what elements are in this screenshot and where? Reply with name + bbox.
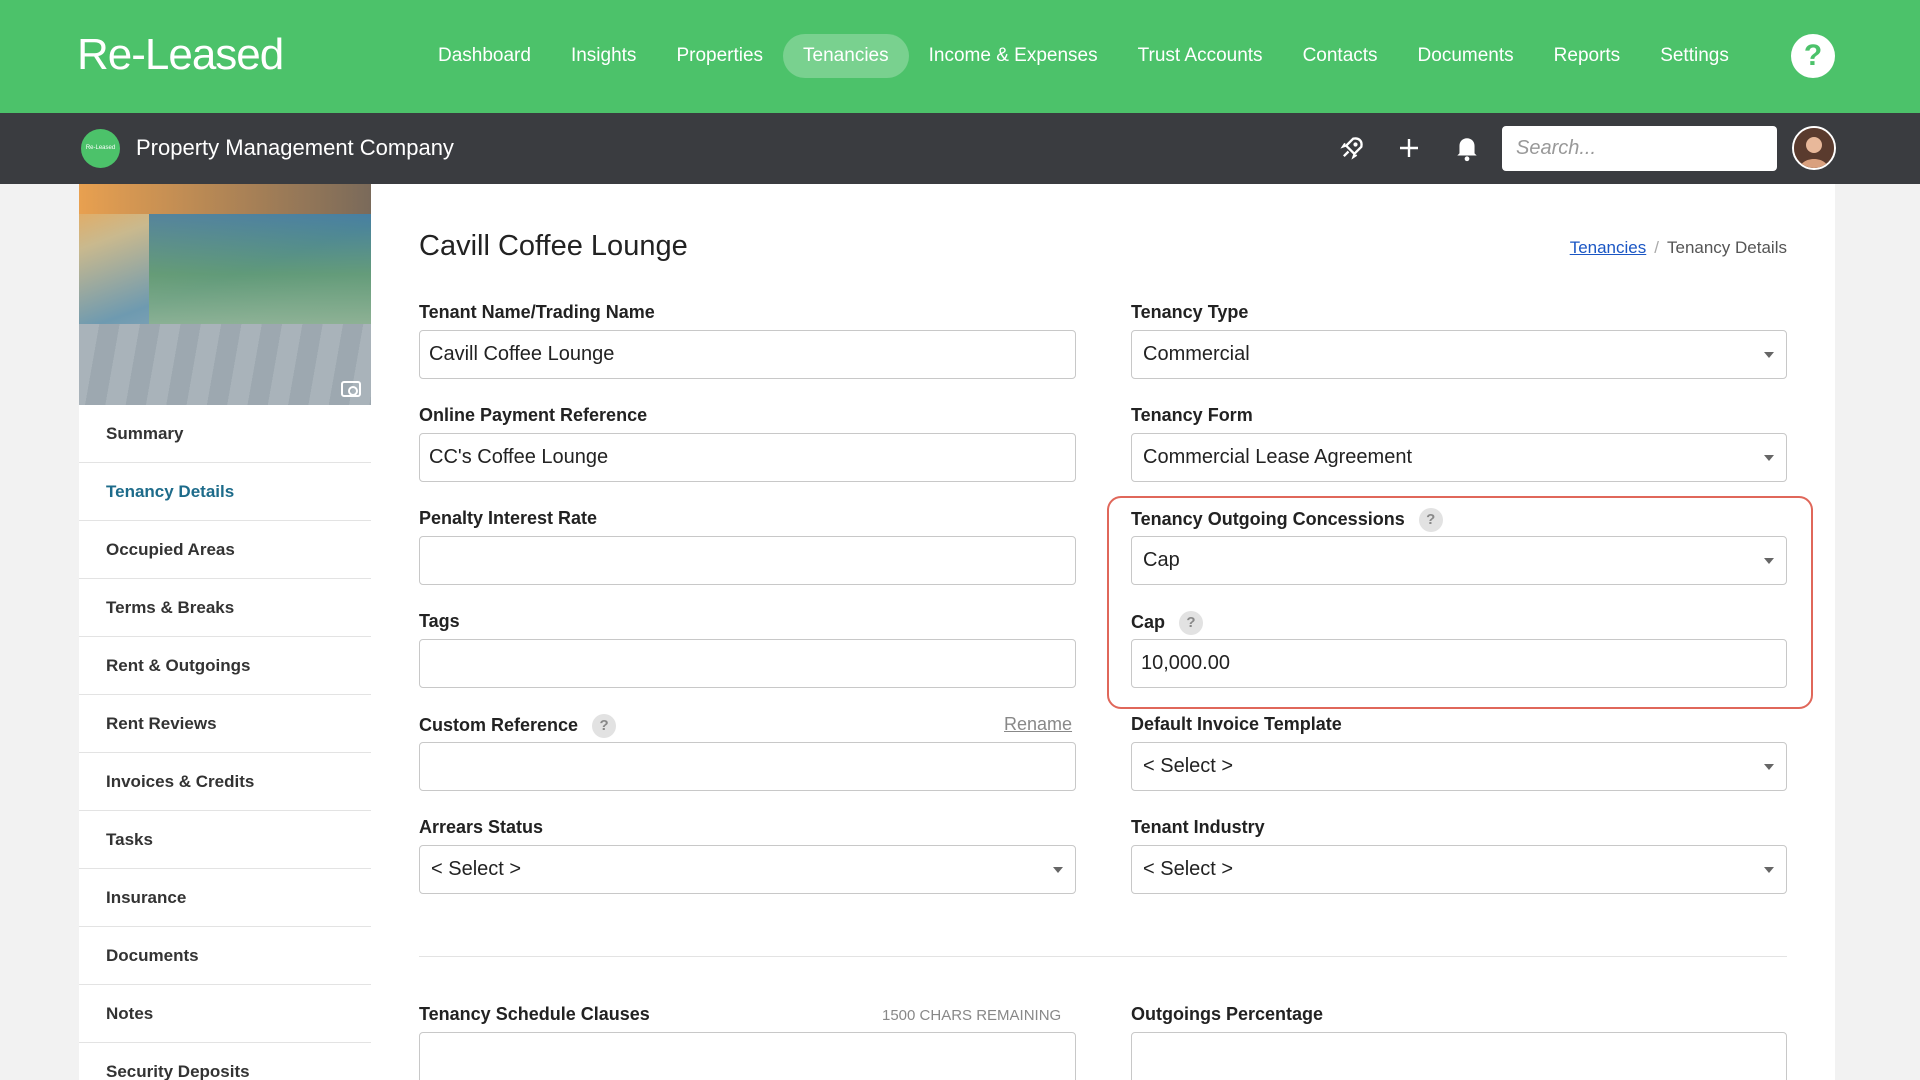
sidebar-item-documents[interactable]: Documents <box>79 927 371 985</box>
concessions-value: Cap <box>1143 549 1180 571</box>
chevron-down-icon <box>1053 867 1063 873</box>
nav-tenancies[interactable]: Tenancies <box>783 34 909 78</box>
cap-label: Cap? <box>1131 611 1204 635</box>
tenancy-outgoing-concessions-label: Tenancy Outgoing Concessions? <box>1131 508 1443 532</box>
tenancy-type-select[interactable]: Commercial <box>1131 330 1787 379</box>
tenant-industry-label: Tenant Industry <box>1131 817 1265 837</box>
nav-trust-accounts[interactable]: Trust Accounts <box>1118 34 1283 78</box>
chevron-down-icon <box>1764 558 1774 564</box>
sidebar-item-security-deposits[interactable]: Security Deposits <box>79 1043 371 1080</box>
cap-label-text: Cap <box>1131 611 1166 632</box>
nav-income-expenses[interactable]: Income & Expenses <box>909 34 1118 78</box>
nav-settings[interactable]: Settings <box>1640 34 1749 78</box>
invoice-template-value: < Select > <box>1143 755 1234 777</box>
search-input[interactable] <box>1502 126 1777 171</box>
nav-documents[interactable]: Documents <box>1398 34 1534 78</box>
cap-input[interactable]: 10,000.00 <box>1131 639 1787 688</box>
main-nav: Dashboard Insights Properties Tenancies … <box>418 34 1749 78</box>
tenancy-schedule-clauses-textarea[interactable] <box>419 1032 1076 1080</box>
default-invoice-template-select[interactable]: < Select > <box>1131 742 1787 791</box>
top-nav-bar: Re-Leased Dashboard Insights Properties … <box>0 0 1920 113</box>
avatar[interactable] <box>1792 126 1836 170</box>
tenancy-form-select[interactable]: Commercial Lease Agreement <box>1131 433 1787 482</box>
camera-icon[interactable] <box>341 381 361 397</box>
bell-icon[interactable] <box>1450 131 1484 165</box>
company-name[interactable]: Property Management Company <box>136 135 454 161</box>
penalty-interest-rate-input[interactable] <box>419 536 1076 585</box>
sidebar-item-rent-reviews[interactable]: Rent Reviews <box>79 695 371 753</box>
breadcrumb: Tenancies / Tenancy Details <box>1570 238 1787 258</box>
chevron-down-icon <box>1764 867 1774 873</box>
tenancy-outgoing-concessions-select[interactable]: Cap <box>1131 536 1787 585</box>
tenancy-sidebar: Summary Tenancy Details Occupied Areas T… <box>79 184 371 1080</box>
app-logo[interactable]: Re-Leased <box>77 30 284 80</box>
company-bar: Re-Leased Property Management Company <box>0 113 1920 184</box>
tenant-name-label: Tenant Name/Trading Name <box>419 302 655 322</box>
arrears-status-select[interactable]: < Select > <box>419 845 1076 894</box>
sidebar-item-notes[interactable]: Notes <box>79 985 371 1043</box>
help-icon[interactable]: ? <box>1418 508 1443 532</box>
plus-icon[interactable] <box>1392 131 1426 165</box>
nav-reports[interactable]: Reports <box>1534 34 1641 78</box>
sidebar-item-tenancy-details[interactable]: Tenancy Details <box>79 463 371 521</box>
default-invoice-template-label: Default Invoice Template <box>1131 714 1342 734</box>
tenant-industry-select[interactable]: < Select > <box>1131 845 1787 894</box>
sidebar-item-insurance[interactable]: Insurance <box>79 869 371 927</box>
outgoings-percentage-input[interactable] <box>1131 1032 1787 1080</box>
tenant-industry-value: < Select > <box>1143 858 1234 880</box>
arrears-status-value: < Select > <box>431 858 522 880</box>
tenancy-schedule-clauses-label: Tenancy Schedule Clauses <box>419 1004 650 1024</box>
concessions-label-text: Tenancy Outgoing Concessions <box>1131 508 1405 529</box>
custom-reference-input[interactable] <box>419 742 1076 791</box>
sidebar-item-summary[interactable]: Summary <box>79 405 371 463</box>
sidebar-item-invoices-credits[interactable]: Invoices & Credits <box>79 753 371 811</box>
sidebar-item-rent-outgoings[interactable]: Rent & Outgoings <box>79 637 371 695</box>
chars-remaining: 1500 CHARS REMAINING <box>882 1007 1062 1024</box>
tags-label: Tags <box>419 611 460 631</box>
sidebar-item-occupied-areas[interactable]: Occupied Areas <box>79 521 371 579</box>
tenant-name-input[interactable]: Cavill Coffee Lounge <box>419 330 1076 379</box>
penalty-interest-rate-label: Penalty Interest Rate <box>419 508 598 528</box>
tenancy-details-panel: Cavill Coffee Lounge Tenancies / Tenancy D… <box>371 184 1835 1080</box>
chevron-down-icon <box>1764 764 1774 770</box>
breadcrumb-tenancies-link[interactable]: Tenancies <box>1570 238 1647 257</box>
tenancy-form-label: Tenancy Form <box>1131 405 1253 425</box>
nav-contacts[interactable]: Contacts <box>1283 34 1398 78</box>
tenancy-type-value: Commercial <box>1143 343 1250 365</box>
breadcrumb-current: Tenancy Details <box>1666 238 1787 257</box>
help-icon[interactable]: ? <box>1791 34 1835 78</box>
company-logo: Re-Leased <box>81 129 120 168</box>
custom-reference-label: Custom Reference? <box>419 714 617 738</box>
rename-link[interactable]: Rename <box>1004 714 1072 735</box>
property-photo <box>79 184 371 405</box>
nav-properties[interactable]: Properties <box>656 34 783 78</box>
online-payment-reference-input[interactable]: CC's Coffee Lounge <box>419 433 1076 482</box>
nav-dashboard[interactable]: Dashboard <box>418 34 551 78</box>
help-icon[interactable]: ? <box>1179 611 1204 635</box>
breadcrumb-separator: / <box>1654 238 1659 257</box>
chevron-down-icon <box>1764 455 1774 461</box>
tenancy-type-label: Tenancy Type <box>1131 302 1249 322</box>
nav-insights[interactable]: Insights <box>551 34 656 78</box>
sidebar-item-tasks[interactable]: Tasks <box>79 811 371 869</box>
help-icon[interactable]: ? <box>592 714 617 738</box>
rocket-icon[interactable] <box>1335 131 1369 165</box>
page-title: Cavill Coffee Lounge <box>419 230 688 262</box>
arrears-status-label: Arrears Status <box>419 817 544 837</box>
outgoings-percentage-label: Outgoings Percentage <box>1131 1004 1324 1024</box>
tenancy-form-value: Commercial Lease Agreement <box>1143 446 1413 468</box>
section-divider <box>419 956 1787 957</box>
custom-reference-label-text: Custom Reference <box>419 714 579 735</box>
chevron-down-icon <box>1764 352 1774 358</box>
tags-input[interactable] <box>419 639 1076 688</box>
online-payment-reference-label: Online Payment Reference <box>419 405 648 425</box>
sidebar-item-terms-breaks[interactable]: Terms & Breaks <box>79 579 371 637</box>
